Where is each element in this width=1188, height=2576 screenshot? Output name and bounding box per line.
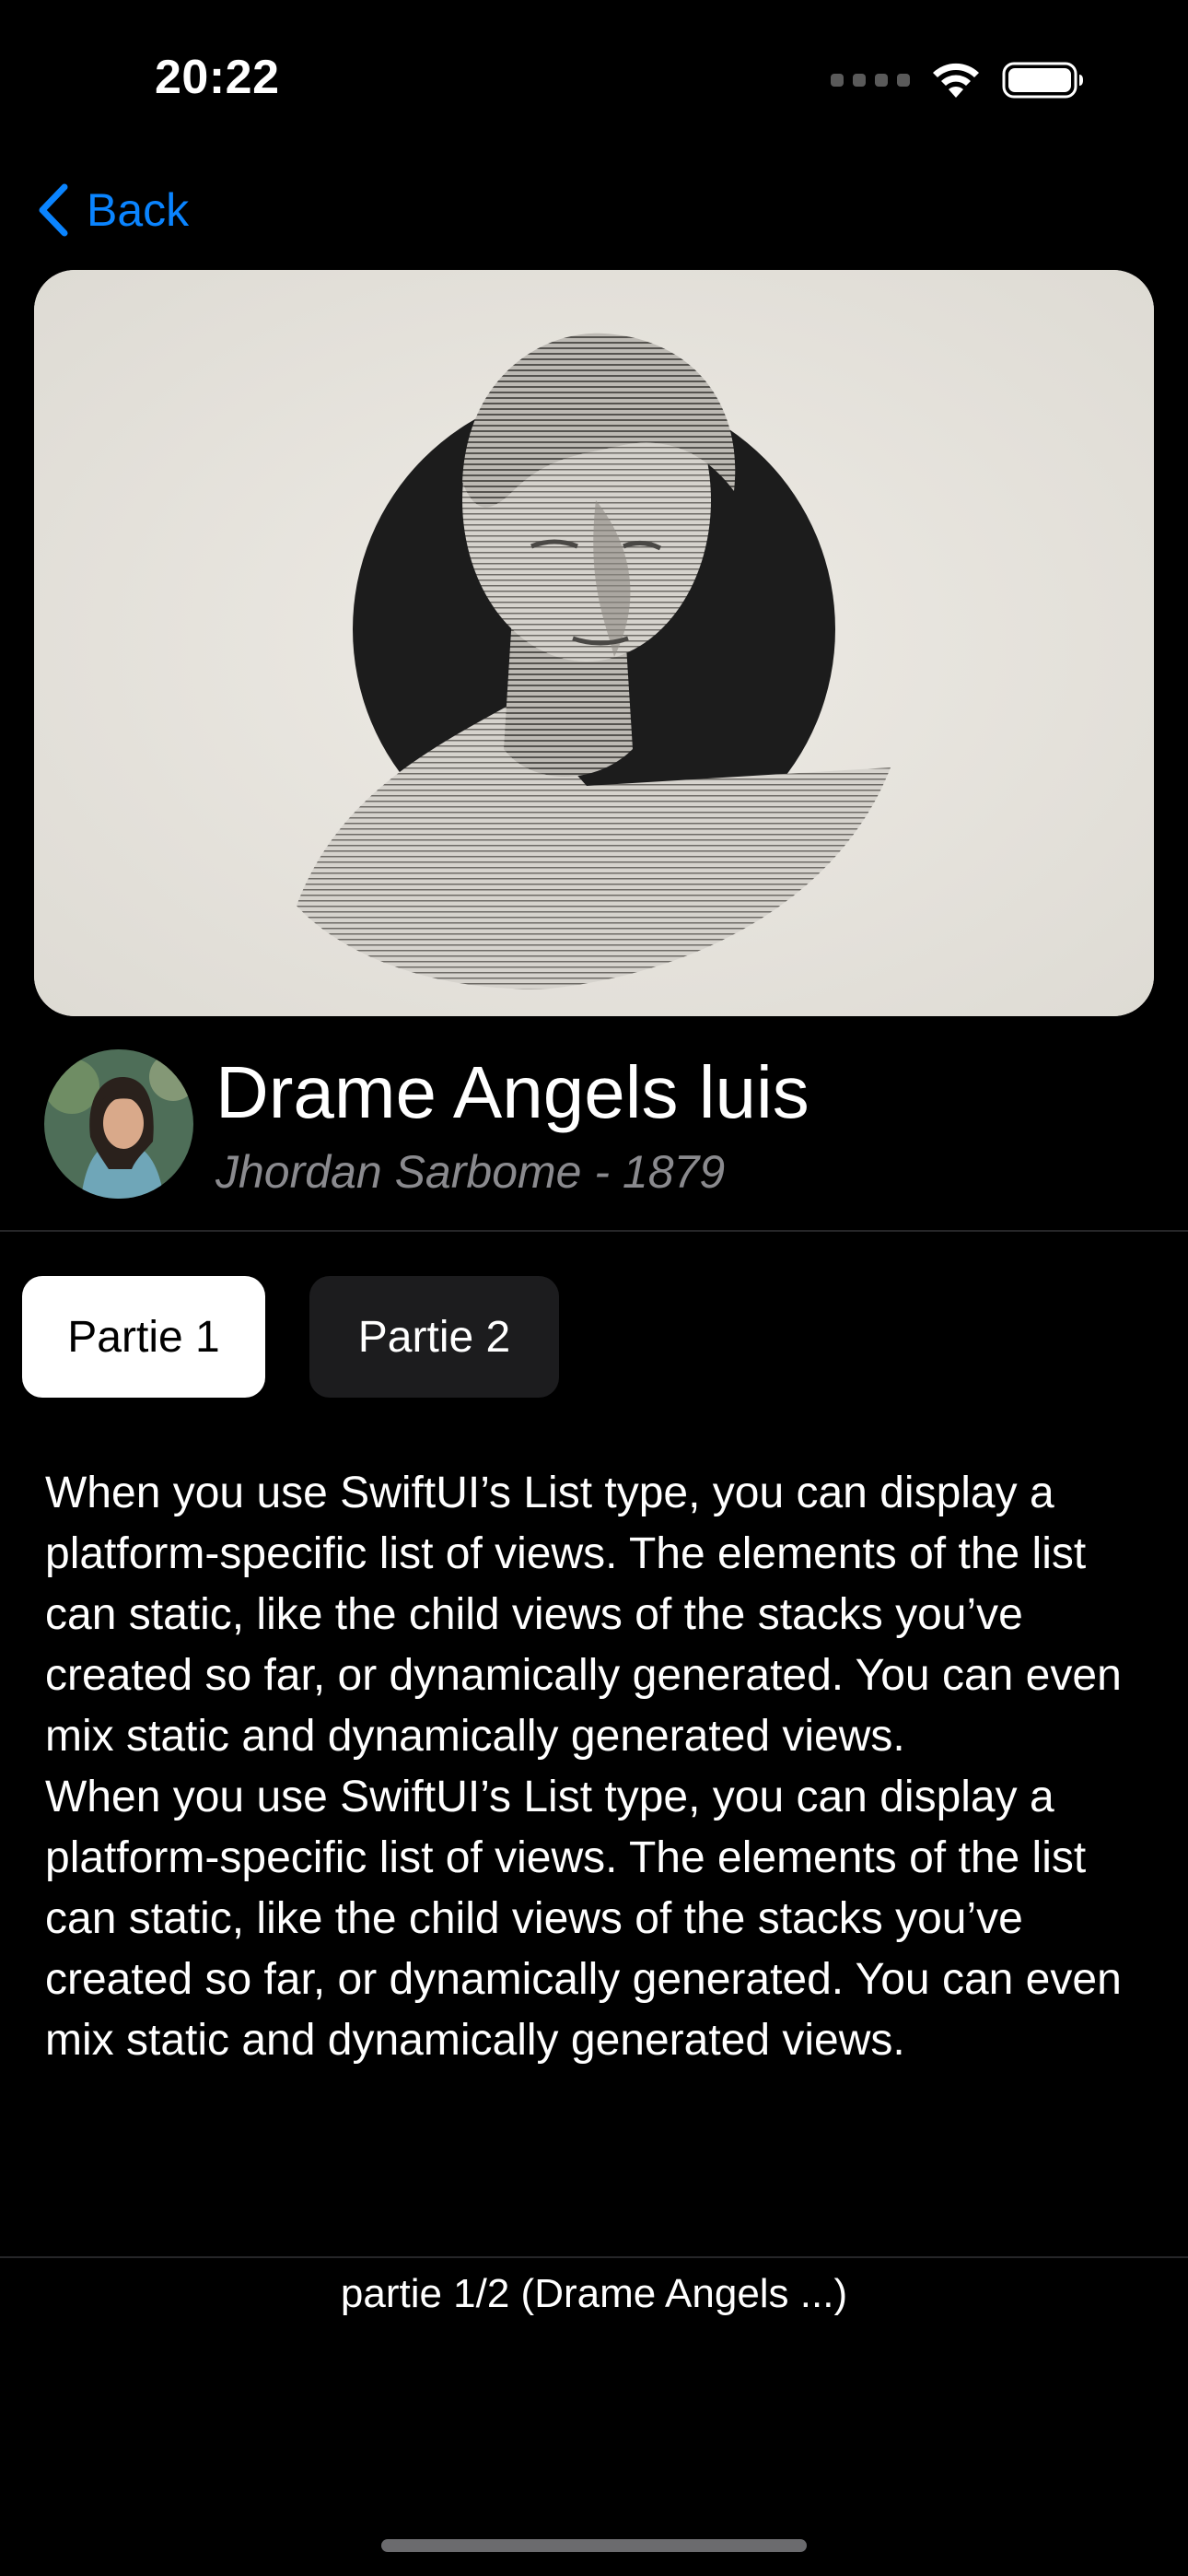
page-title: Drame Angels luis: [215, 1051, 809, 1133]
status-time: 20:22: [155, 51, 280, 104]
hero-image: [34, 270, 1154, 1016]
back-button-label: Back: [87, 184, 190, 236]
divider: [0, 2256, 1188, 2258]
avatar: [44, 1049, 193, 1199]
content-body: When you use SwiftUI’s List type, you ca…: [45, 1463, 1159, 2071]
home-indicator[interactable]: [381, 2539, 807, 2552]
status-icons: [831, 61, 1085, 100]
content-paragraph: When you use SwiftUI’s List type, you ca…: [45, 1773, 1122, 2065]
tab-partie-1[interactable]: Partie 1: [22, 1276, 265, 1398]
content-paragraph: When you use SwiftUI’s List type, you ca…: [45, 1469, 1122, 1761]
page-subtitle: Jhordan Sarbome - 1879: [215, 1146, 726, 1198]
battery-icon: [1002, 62, 1083, 99]
cellular-signal-icon: [831, 74, 910, 87]
divider: [0, 1230, 1188, 1232]
footer-status: partie 1/2 (Drame Angels ...): [340, 2271, 848, 2316]
tab-partie-2[interactable]: Partie 2: [309, 1276, 559, 1398]
back-button[interactable]: Back: [35, 181, 189, 240]
wifi-icon: [933, 63, 979, 98]
chevron-left-icon: [39, 183, 68, 237]
